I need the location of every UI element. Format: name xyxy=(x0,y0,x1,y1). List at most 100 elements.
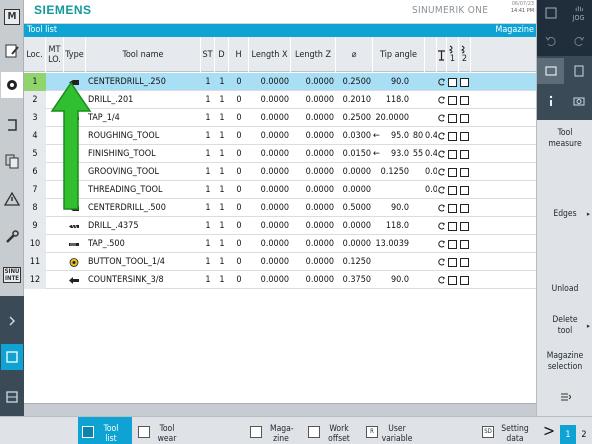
cell-h[interactable]: 0 xyxy=(229,253,249,271)
coolant-1-checkbox[interactable] xyxy=(448,145,458,163)
spindle-direction-icon[interactable] xyxy=(437,253,446,271)
cell-tool-name[interactable]: TAP_1/4 xyxy=(86,109,201,127)
cell-diameter[interactable]: 0.3750 xyxy=(336,271,373,289)
cell-tip-angle[interactable]: 20.0000 xyxy=(372,109,411,127)
cell-d[interactable]: 1 xyxy=(215,217,229,235)
cell-length-z[interactable]: 0.0000 xyxy=(291,217,336,235)
cell-radius[interactable]: 0.4 xyxy=(425,127,437,145)
info-button[interactable] xyxy=(537,88,564,114)
cell-loc[interactable]: 7 xyxy=(24,181,46,199)
cell-st[interactable]: 1 xyxy=(201,181,215,199)
tool-list-button[interactable]: Tool list xyxy=(78,417,132,444)
keypad-button[interactable] xyxy=(565,58,592,84)
spindle-direction-icon[interactable] xyxy=(437,73,446,91)
cell-d[interactable]: 1 xyxy=(215,109,229,127)
cell-h[interactable]: 0 xyxy=(229,127,249,145)
cell-st[interactable]: 1 xyxy=(201,145,215,163)
cell-tip-angle[interactable]: 118.0 xyxy=(372,217,411,235)
spindle-direction-icon[interactable] xyxy=(437,91,446,109)
cell-length-x[interactable]: 0.0000 xyxy=(249,91,291,109)
cell-radius[interactable] xyxy=(425,271,437,289)
cell-loc[interactable]: 10 xyxy=(24,235,46,253)
cell-st[interactable]: 1 xyxy=(201,127,215,145)
cell-tool-name[interactable]: THREADING_TOOL xyxy=(86,181,201,199)
cell-holder-angle[interactable] xyxy=(411,181,425,199)
cell-st[interactable]: 1 xyxy=(201,109,215,127)
col-coolant-1[interactable]: 1 xyxy=(447,37,459,72)
cell-h[interactable]: 0 xyxy=(229,109,249,127)
col-tool-name[interactable]: Tool name xyxy=(86,37,201,72)
cell-loc[interactable]: 9 xyxy=(24,217,46,235)
coolant-1-checkbox[interactable] xyxy=(448,127,458,145)
cell-length-z[interactable]: 0.0000 xyxy=(291,199,336,217)
spindle-direction-icon[interactable] xyxy=(437,217,446,235)
tool-measure-button[interactable]: Tool measure xyxy=(537,122,592,156)
table-row[interactable]: 7 THREADING_TOOL 1 1 0 0.0000 0.0000 0.0000 0.0 xyxy=(24,181,536,199)
coolant-2-checkbox[interactable] xyxy=(460,217,470,235)
cell-tool-name[interactable]: GROOVING_TOOL xyxy=(86,163,201,181)
cell-tip-angle[interactable]: 13.0039 xyxy=(372,235,411,253)
coolant-2-checkbox[interactable] xyxy=(460,73,470,91)
cell-mt-lo[interactable] xyxy=(46,271,64,289)
cell-diameter[interactable]: 0.0000 xyxy=(336,235,373,253)
table-row[interactable]: 4 ROUGHING_TOOL 1 1 0 0.0000 0.0000 0.0300 ← 95.0… xyxy=(24,127,536,145)
cell-tip-angle[interactable]: 0.1250 xyxy=(372,163,411,181)
cell-radius[interactable]: 0.0 xyxy=(425,181,437,199)
coolant-1-checkbox[interactable] xyxy=(448,199,458,217)
more-button[interactable] xyxy=(537,384,592,410)
cell-radius[interactable] xyxy=(425,253,437,271)
cell-holder-angle[interactable] xyxy=(411,73,425,91)
cell-h[interactable]: 0 xyxy=(229,145,249,163)
cell-mt-lo[interactable] xyxy=(46,253,64,271)
user-variable-button[interactable]: R User variable xyxy=(362,417,418,444)
undo-button[interactable] xyxy=(537,28,564,54)
magazine-button[interactable]: Maga-zine xyxy=(246,417,302,444)
cell-holder-angle[interactable] xyxy=(411,235,425,253)
col-length-z[interactable]: Length Z xyxy=(291,37,336,72)
cell-diameter[interactable]: 0.2010 xyxy=(336,91,373,109)
cell-st[interactable]: 1 xyxy=(201,271,215,289)
cell-holder-angle[interactable] xyxy=(411,163,425,181)
cell-h[interactable]: 0 xyxy=(229,163,249,181)
cell-loc[interactable]: 4 xyxy=(24,127,46,145)
next-page-button[interactable]: > xyxy=(538,416,560,444)
coolant-2-checkbox[interactable] xyxy=(460,199,470,217)
screenshot-button[interactable] xyxy=(537,0,564,26)
cell-tool-name[interactable]: ROUGHING_TOOL xyxy=(86,127,201,145)
table-row[interactable]: 5 FINISHING_TOOL 1 1 0 0.0000 0.0000 0.0150 ← 93.… xyxy=(24,145,536,163)
cell-holder-angle[interactable] xyxy=(411,199,425,217)
jog-mode-button[interactable]: JOG xyxy=(565,0,592,26)
cell-diameter[interactable]: 0.5000 xyxy=(336,199,373,217)
cell-st[interactable]: 1 xyxy=(201,253,215,271)
cell-holder-angle[interactable]: 55 xyxy=(411,145,425,163)
table-row[interactable]: 3 TAP_1/4 1 1 0 0.0000 0.0000 0.2500 20.0000 xyxy=(24,109,536,127)
page-1-button[interactable]: 1 xyxy=(560,425,576,444)
cell-length-x[interactable]: 0.0000 xyxy=(249,271,291,289)
col-coolant-2[interactable]: 2 xyxy=(459,37,471,72)
camera-button[interactable] xyxy=(565,88,592,114)
coolant-1-checkbox[interactable] xyxy=(448,271,458,289)
cell-h[interactable]: 0 xyxy=(229,199,249,217)
cell-tip-angle[interactable]: 90.0 xyxy=(372,271,411,289)
table-row[interactable]: 2 DRILL_.201 1 1 0 0.0000 0.0000 0.2010 118.0 xyxy=(24,91,536,109)
col-d[interactable]: D xyxy=(215,37,229,72)
cell-h[interactable]: 0 xyxy=(229,271,249,289)
spindle-direction-icon[interactable] xyxy=(437,235,446,253)
cell-diameter[interactable]: 0.0000 xyxy=(336,217,373,235)
coolant-2-checkbox[interactable] xyxy=(460,181,470,199)
coolant-1-checkbox[interactable] xyxy=(448,109,458,127)
cell-d[interactable]: 1 xyxy=(215,73,229,91)
cell-tip-angle[interactable]: 95.0 xyxy=(372,127,411,145)
cell-tip-angle[interactable]: 93.0 xyxy=(372,145,411,163)
cell-mt-lo[interactable] xyxy=(46,235,64,253)
cell-st[interactable]: 1 xyxy=(201,235,215,253)
delete-tool-button[interactable]: Delete tool ▸ xyxy=(537,312,592,340)
coolant-1-checkbox[interactable] xyxy=(448,91,458,109)
cell-length-x[interactable]: 0.0000 xyxy=(249,145,291,163)
cell-length-z[interactable]: 0.0000 xyxy=(291,73,336,91)
coolant-1-checkbox[interactable] xyxy=(448,163,458,181)
cell-radius[interactable]: 0.4 xyxy=(425,145,437,163)
col-tip-angle[interactable]: Tip angle xyxy=(373,37,425,72)
redo-button[interactable] xyxy=(565,28,592,54)
cell-length-x[interactable]: 0.0000 xyxy=(249,199,291,217)
